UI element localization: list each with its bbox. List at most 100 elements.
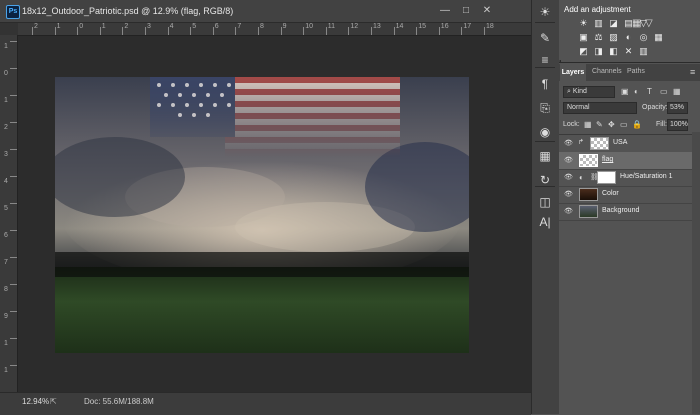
filter-kind-select[interactable]: ⌕ Kind [563,86,615,98]
ruler-number: 1 [4,367,8,374]
layer-thumbnail [579,188,598,201]
ruler-number: 6 [214,23,219,30]
ruler-origin[interactable] [0,23,18,35]
brightness-icon[interactable]: ☀ [536,3,554,21]
layer-row-selected[interactable]: 👁 flag [559,152,692,170]
zoom-level[interactable]: 12.94% [22,397,49,406]
ruler-number: 7 [4,259,8,266]
layer-thumbnail [597,171,616,184]
paragraph-icon[interactable]: ¶ [536,75,554,93]
document-tab-title[interactable]: 18x12_Outdoor_Patriotic.psd @ 12.9% (fla… [22,6,233,16]
ruler-tick [235,27,237,35]
adjustment-option-icon[interactable]: ▣ [579,33,588,42]
character-icon[interactable]: A| [536,213,554,231]
layers-icon[interactable]: ◫ [536,193,554,211]
visibility-eye-icon[interactable]: 👁 [564,190,573,198]
lock-option-icon[interactable]: 🔒 [632,120,642,129]
ruler-number: 12 [350,23,359,30]
ruler-tick [32,27,33,35]
adjustment-option-icon[interactable]: ▦ [654,33,663,42]
vertical-ruler[interactable]: 1 0 1 2 3 4 5 6 7 8 9 1 1 [0,23,18,392]
layer-name: Color [602,190,619,197]
ruler-tick [54,27,56,35]
layer-name: Background [602,207,640,214]
adjustment-option-icon[interactable]: ▥ [639,47,648,56]
ruler-tick [190,27,192,35]
adjustment-option-icon[interactable]: ☀ [579,19,588,28]
adjustment-option-icon[interactable]: ◪ [609,19,618,28]
ruler-tick [258,27,259,35]
minimize-button[interactable]: — [440,6,450,16]
fill-input[interactable]: 100% [667,119,688,131]
adjustment-option-icon[interactable]: ▤ [624,19,633,28]
ruler-tick [122,27,124,35]
layer-filter-icon[interactable]: ▦ [673,87,681,96]
brush-icon[interactable]: ✎ [536,29,554,47]
layer-filter-icon[interactable]: ◐ [634,87,639,96]
document-size[interactable]: Doc: 55.6M/188.8M [84,397,154,406]
adjustment-option-icon[interactable]: ▨ [609,33,618,42]
visibility-eye-icon[interactable]: 👁 [564,173,573,181]
layer-filter-icon[interactable]: ▭ [660,87,668,96]
layers-scrollbar[interactable] [692,132,700,414]
ruler-tick [393,27,395,35]
clone-icon[interactable]: ⎘ [536,99,554,117]
ruler-number: 13 [373,23,381,30]
horizontal-ruler[interactable]: 2 1 0 1 2 3 4 5 6 7 8 9 10 11 12 13 14 15 16 17 18 [18,23,531,36]
layer-row[interactable]: 👁 Color [559,186,692,204]
ruler-tick [10,68,17,69]
layer-filter-icon[interactable]: ▣ [621,87,629,96]
blend-mode-select[interactable]: Normal [563,102,637,114]
ruler-tick [461,27,463,35]
lock-option-icon[interactable]: ✥ [608,120,615,129]
visibility-eye-icon[interactable]: 👁 [564,139,573,147]
tab-channels[interactable]: Channels [592,68,622,75]
visibility-eye-icon[interactable]: 👁 [564,207,573,215]
adjustment-option-icon[interactable]: ⚖ [594,33,603,42]
palette-icon[interactable]: ◉ [536,123,554,141]
tool-separator [535,141,555,142]
lock-option-icon[interactable]: ▭ [620,120,628,129]
adjustment-option-icon[interactable]: ▥ [594,19,603,28]
layer-filter-icon[interactable]: T [647,87,652,96]
ruler-number: 16 [440,23,449,30]
layer-thumbnail [590,137,609,150]
ruler-tick [325,27,327,35]
lock-option-icon[interactable]: ▦ [584,120,592,129]
adjustment-option-icon[interactable]: ✕ [624,47,633,56]
tool-separator [535,186,555,187]
adjustment-option-icon[interactable]: ◎ [639,33,648,42]
grid-icon[interactable]: ▦ [536,147,554,165]
document-canvas[interactable] [55,77,469,353]
ruler-number: 1 [4,43,8,50]
close-button[interactable]: ✕ [482,6,492,16]
ruler-tick [438,27,440,35]
lock-option-icon[interactable]: ✎ [596,120,603,129]
ruler-number: 5 [4,205,8,212]
panel-menu-icon[interactable]: ≡ [690,67,695,77]
maximize-button[interactable]: □ [461,6,471,16]
adjustment-option-icon[interactable]: ◨ [594,47,603,56]
lock-label: Lock: [563,121,580,128]
ruler-tick [10,311,17,312]
visibility-eye-icon[interactable]: 👁 [564,156,573,164]
ruler-number: 6 [4,232,8,239]
adjustment-option-icon[interactable]: ◩ [579,47,588,56]
tab-paths[interactable]: Paths [627,68,645,75]
adjustment-option-icon[interactable]: ▽ [639,19,648,28]
status-menu-icon[interactable]: ⇱ [50,397,57,406]
layer-name: flag [602,156,614,163]
ruler-number: 14 [395,23,404,30]
layer-row[interactable]: 👁 ↱ USA [559,135,692,153]
photoshop-badge-icon: Ps [6,5,20,19]
tab-layers[interactable]: Layers [560,64,586,81]
opacity-input[interactable]: 53% [667,102,688,114]
adjustments-title: Add an adjustment [564,5,631,14]
layer-row[interactable]: 👁 ◐ ⛓ Hue/Saturation 1 [559,169,692,187]
ruler-number: 11 [327,23,336,30]
ruler-number: 17 [463,23,472,30]
adjustment-option-icon[interactable]: ◐ [624,33,633,42]
adjustment-option-icon[interactable]: ◧ [609,47,618,56]
layer-row[interactable]: 👁 Background [559,203,692,221]
layers-panel [559,62,700,415]
